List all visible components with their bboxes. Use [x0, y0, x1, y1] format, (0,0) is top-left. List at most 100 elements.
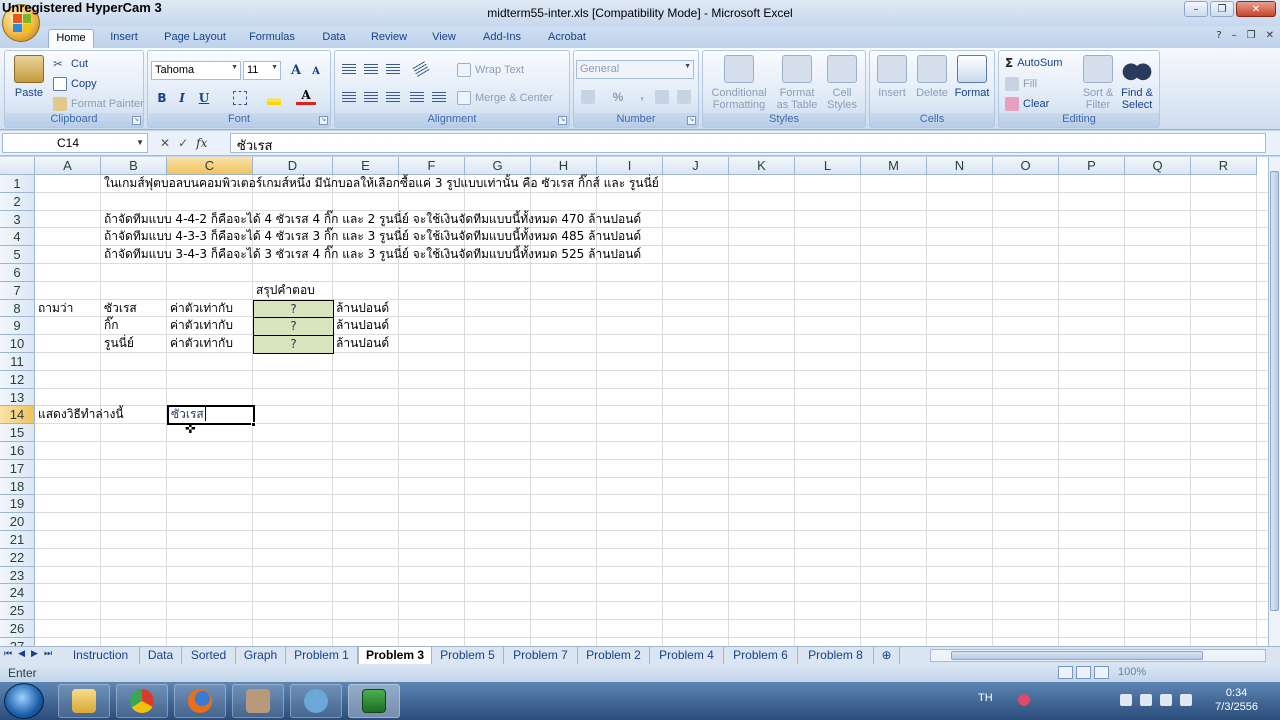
- column-header-L[interactable]: L: [795, 157, 861, 175]
- restore-icon[interactable]: ❐: [1210, 1, 1234, 17]
- select-all-corner[interactable]: [0, 157, 35, 175]
- row-header-25[interactable]: 25: [0, 602, 35, 620]
- merge-center-button[interactable]: Merge & Center: [457, 91, 553, 105]
- italic-button[interactable]: I: [172, 88, 192, 108]
- cell-C8[interactable]: ค่าตัวเท่ากับ: [168, 300, 233, 317]
- sheet-tab-problem-7[interactable]: Problem 7: [504, 647, 578, 664]
- sheet-tab-problem-6[interactable]: Problem 6: [724, 647, 798, 664]
- cut-button[interactable]: ✂ Cut: [53, 57, 88, 71]
- excel-taskbar-button[interactable]: [348, 684, 400, 718]
- row-header-14[interactable]: 14: [0, 406, 35, 425]
- autosum-button[interactable]: Σ AutoSum: [1005, 56, 1062, 70]
- column-header-I[interactable]: I: [597, 157, 663, 175]
- orientation-icon[interactable]: [411, 59, 431, 79]
- column-header-O[interactable]: O: [993, 157, 1059, 175]
- row-header-1[interactable]: 1: [0, 175, 35, 193]
- network-icon[interactable]: [1160, 694, 1172, 706]
- row-header-12[interactable]: 12: [0, 370, 35, 389]
- row-header-27[interactable]: 27: [0, 637, 35, 646]
- row-header-22[interactable]: 22: [0, 548, 35, 567]
- tab-add-ins[interactable]: Add-Ins: [474, 29, 530, 48]
- align-left-icon[interactable]: [339, 87, 359, 107]
- column-header-M[interactable]: M: [861, 157, 927, 175]
- sheet-tab-instruction[interactable]: Instruction: [62, 647, 140, 664]
- cell-B8[interactable]: ซัวเรส: [102, 300, 137, 317]
- row-header-16[interactable]: 16: [0, 442, 35, 460]
- minimize-icon[interactable]: –: [1184, 1, 1208, 17]
- chrome-taskbar-button[interactable]: [116, 684, 168, 718]
- close-icon[interactable]: ✕: [1236, 1, 1276, 17]
- font-launcher-icon[interactable]: ↘: [319, 116, 328, 125]
- format-cells-button[interactable]: Format: [952, 55, 992, 99]
- alignment-launcher-icon[interactable]: ↘: [558, 116, 567, 125]
- column-header-E[interactable]: E: [333, 157, 399, 175]
- bold-button[interactable]: B: [152, 88, 172, 108]
- cell-E9[interactable]: ล้านปอนด์: [334, 317, 389, 334]
- insert-cells-button[interactable]: Insert: [872, 55, 912, 99]
- start-button-icon[interactable]: [4, 683, 44, 719]
- increase-decimal-icon[interactable]: [652, 87, 672, 107]
- grow-font-button[interactable]: A: [286, 61, 306, 81]
- row-header-21[interactable]: 21: [0, 531, 35, 549]
- column-header-G[interactable]: G: [465, 157, 531, 175]
- sheet-tab-data[interactable]: Data: [140, 647, 182, 664]
- explorer-taskbar-button[interactable]: [58, 684, 110, 718]
- decrease-decimal-icon[interactable]: [674, 87, 694, 107]
- sheet-tab-sorted[interactable]: Sorted: [182, 647, 236, 664]
- column-header-N[interactable]: N: [927, 157, 993, 175]
- cell-B5[interactable]: ถ้าจัดทีมแบบ 3-4-3 ก็คือจะได้ 3 ซัวเรส 4…: [102, 246, 641, 263]
- align-right-icon[interactable]: [383, 87, 403, 107]
- cell-E10[interactable]: ล้านปอนด์: [334, 335, 389, 352]
- format-painter-button[interactable]: Format Painter: [53, 97, 144, 111]
- sheet-tab-problem-4[interactable]: Problem 4: [650, 647, 724, 664]
- column-header-R[interactable]: R: [1191, 157, 1257, 175]
- fill-button[interactable]: Fill: [1005, 77, 1037, 91]
- align-middle-icon[interactable]: [361, 59, 381, 79]
- sheet-tab-problem-1[interactable]: Problem 1: [286, 647, 358, 664]
- insert-sheet-icon[interactable]: ⊕: [874, 647, 900, 664]
- clear-button[interactable]: Clear: [1005, 97, 1049, 111]
- cell-B10[interactable]: รูนนี่ย์: [102, 335, 134, 352]
- cell-B1[interactable]: ในเกมส์ฟุตบอลบนคอมพิวเตอร์เกมส์หนึ่ง มีน…: [102, 175, 659, 192]
- column-header-B[interactable]: B: [101, 157, 167, 175]
- fill-color-icon[interactable]: [264, 88, 284, 108]
- cell-B3[interactable]: ถ้าจัดทีมแบบ 4-4-2 ก็คือจะได้ 4 ซัวเรส 4…: [102, 211, 641, 228]
- enter-icon[interactable]: ✓: [178, 136, 188, 150]
- tab-insert[interactable]: Insert: [100, 29, 148, 48]
- column-header-A[interactable]: A: [35, 157, 101, 175]
- row-header-13[interactable]: 13: [0, 388, 35, 407]
- row-header-5[interactable]: 5: [0, 246, 35, 264]
- horizontal-scrollbar[interactable]: [930, 649, 1266, 662]
- font-name-select[interactable]: Tahoma ▼: [151, 61, 241, 80]
- font-size-select[interactable]: 11 ▼: [243, 61, 281, 80]
- column-header-K[interactable]: K: [729, 157, 795, 175]
- next-sheet-icon[interactable]: ▶: [31, 649, 38, 659]
- borders-icon[interactable]: [230, 88, 250, 108]
- row-header-18[interactable]: 18: [0, 477, 35, 496]
- page-layout-view-icon[interactable]: [1076, 666, 1091, 679]
- row-header-24[interactable]: 24: [0, 584, 35, 603]
- row-header-11[interactable]: 11: [0, 353, 35, 371]
- vertical-scrollbar[interactable]: [1268, 157, 1280, 646]
- cell-B4[interactable]: ถ้าจัดทีมแบบ 4-3-3 ก็คือจะได้ 4 ซัวเรส 3…: [102, 228, 641, 245]
- cell-A14[interactable]: แสดงวิธีทำล่างนี้: [36, 406, 124, 423]
- app-taskbar-button[interactable]: [232, 684, 284, 718]
- copy-button[interactable]: Copy: [53, 77, 97, 91]
- tab-review[interactable]: Review: [364, 29, 414, 48]
- align-bottom-icon[interactable]: [383, 59, 403, 79]
- row-header-6[interactable]: 6: [0, 264, 35, 282]
- active-cell-C14[interactable]: ซัวเรส: [167, 405, 255, 426]
- cancel-icon[interactable]: ✕: [160, 136, 170, 150]
- currency-icon[interactable]: [578, 87, 598, 107]
- help-icon[interactable]: ?: [1216, 30, 1221, 41]
- cell-D9[interactable]: ?: [253, 317, 334, 337]
- sort-filter-button[interactable]: Sort & Filter: [1079, 55, 1117, 111]
- spreadsheet-grid[interactable]: ABCDEFGHIJKLMNOPQR 1 2 3 4 5 6 7 8 9 10 11 12 13 14 15…: [0, 157, 1268, 646]
- wrap-text-button[interactable]: Wrap Text: [457, 63, 524, 77]
- row-header-10[interactable]: 10: [0, 335, 35, 353]
- font-color-button[interactable]: A: [296, 87, 316, 105]
- column-header-F[interactable]: F: [399, 157, 465, 175]
- fill-handle[interactable]: [251, 422, 256, 427]
- row-header-15[interactable]: 15: [0, 424, 35, 442]
- tray-arrow-icon[interactable]: [1120, 694, 1132, 706]
